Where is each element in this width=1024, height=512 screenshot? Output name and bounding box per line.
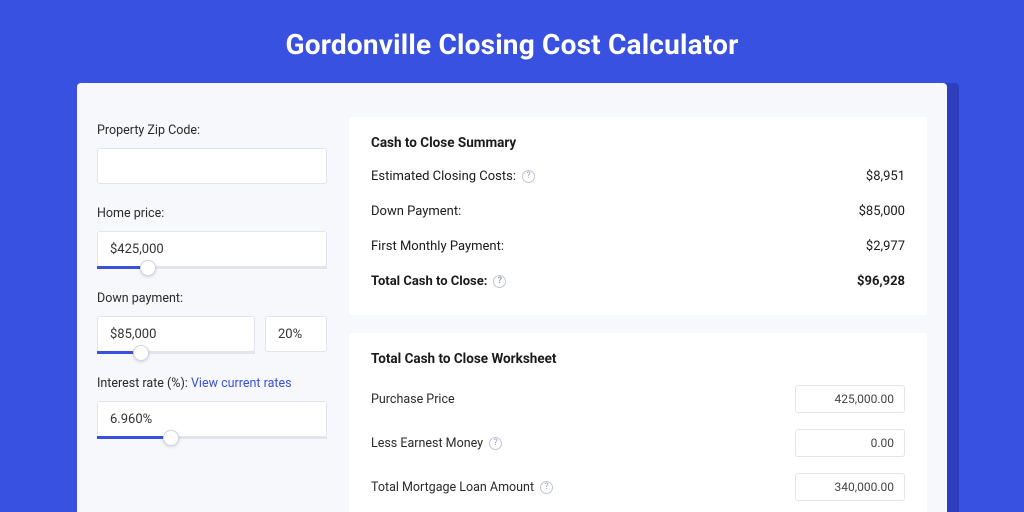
inputs-column: Property Zip Code: Home price: Down paym… (97, 117, 327, 512)
worksheet-earnest-money-input[interactable] (795, 429, 905, 457)
interest-rate-input[interactable] (97, 401, 327, 437)
summary-total-label: Total Cash to Close: (371, 274, 487, 289)
help-icon[interactable]: ? (540, 481, 553, 494)
interest-rate-slider-thumb[interactable] (163, 430, 179, 446)
down-payment-pct-input[interactable] (265, 316, 327, 352)
results-column: Cash to Close Summary Estimated Closing … (349, 117, 927, 512)
down-payment-slider-box (97, 316, 255, 354)
zip-label: Property Zip Code: (97, 123, 327, 138)
summary-first-monthly-label: First Monthly Payment: (371, 239, 504, 254)
summary-row-down-payment: Down Payment: $85,000 (371, 204, 905, 219)
view-rates-link[interactable]: View current rates (191, 376, 292, 391)
down-payment-label: Down payment: (97, 291, 327, 306)
summary-first-monthly-value: $2,977 (866, 239, 905, 254)
home-price-slider-box (97, 231, 327, 269)
page-title: Gordonville Closing Cost Calculator (0, 0, 1024, 83)
worksheet-row-earnest-money: Less Earnest Money ? (371, 429, 905, 457)
calculator-panel: Property Zip Code: Home price: Down paym… (77, 83, 947, 512)
help-icon[interactable]: ? (522, 170, 535, 183)
down-payment-field: Down payment: (97, 291, 327, 354)
home-price-slider[interactable] (97, 266, 327, 269)
interest-rate-label-row: Interest rate (%): View current rates (97, 376, 327, 391)
summary-row-estimated-costs: Estimated Closing Costs: ? $8,951 (371, 169, 905, 184)
worksheet-purchase-price-input[interactable] (795, 385, 905, 413)
worksheet-title: Total Cash to Close Worksheet (371, 351, 905, 367)
summary-down-payment-label: Down Payment: (371, 204, 461, 219)
down-payment-slider[interactable] (97, 351, 255, 354)
calculator-container: Property Zip Code: Home price: Down paym… (77, 83, 947, 512)
worksheet-row-mortgage-loan: Total Mortgage Loan Amount ? (371, 473, 905, 501)
down-payment-input[interactable] (97, 316, 255, 352)
interest-rate-slider[interactable] (97, 436, 327, 439)
zip-field: Property Zip Code: (97, 123, 327, 184)
help-icon[interactable]: ? (493, 275, 506, 288)
summary-row-first-monthly: First Monthly Payment: $2,977 (371, 239, 905, 254)
summary-estimated-costs-label: Estimated Closing Costs: (371, 169, 516, 184)
summary-row-total: Total Cash to Close: ? $96,928 (371, 274, 905, 289)
interest-rate-slider-fill (97, 436, 171, 439)
worksheet-card: Total Cash to Close Worksheet Purchase P… (349, 333, 927, 512)
worksheet-mortgage-loan-label: Total Mortgage Loan Amount (371, 480, 534, 495)
help-icon[interactable]: ? (489, 437, 502, 450)
home-price-input[interactable] (97, 231, 327, 267)
home-price-label: Home price: (97, 206, 327, 221)
summary-down-payment-value: $85,000 (859, 204, 905, 219)
worksheet-purchase-price-label: Purchase Price (371, 392, 455, 407)
summary-title: Cash to Close Summary (371, 135, 905, 151)
zip-input[interactable] (97, 148, 327, 184)
worksheet-earnest-money-label: Less Earnest Money (371, 436, 483, 451)
interest-rate-slider-box (97, 401, 327, 439)
worksheet-mortgage-loan-input[interactable] (795, 473, 905, 501)
home-price-field: Home price: (97, 206, 327, 269)
summary-total-value: $96,928 (857, 274, 905, 289)
summary-card: Cash to Close Summary Estimated Closing … (349, 117, 927, 315)
interest-rate-field: Interest rate (%): View current rates (97, 376, 327, 439)
interest-rate-label: Interest rate (%): (97, 376, 188, 391)
summary-estimated-costs-value: $8,951 (866, 169, 905, 184)
worksheet-row-purchase-price: Purchase Price (371, 385, 905, 413)
home-price-slider-thumb[interactable] (140, 260, 156, 276)
down-payment-slider-thumb[interactable] (133, 345, 149, 361)
